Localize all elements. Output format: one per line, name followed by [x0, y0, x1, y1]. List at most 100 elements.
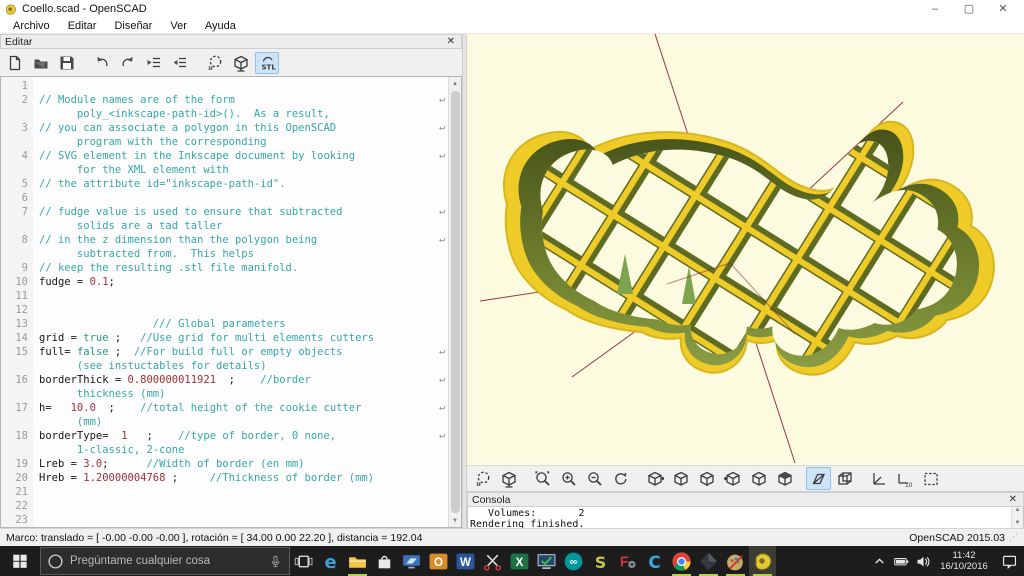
search-placeholder: Pregúntame cualquier cosa	[70, 555, 262, 567]
editor-panel-header: Editar ✕	[0, 34, 462, 49]
console-close-icon[interactable]: ✕	[1007, 494, 1019, 505]
line-number: 7	[1, 205, 28, 219]
status-bar: Marco: translado = [ -0.00 -0.00 -0.00 ]…	[0, 528, 1024, 546]
maximize-button[interactable]: ▢	[952, 1, 986, 17]
taskbar-task-view-button[interactable]	[290, 546, 317, 576]
view-front-button[interactable]	[746, 467, 771, 490]
zoom-all-icon	[534, 470, 552, 488]
taskbar-inkscape-button[interactable]	[695, 546, 722, 576]
taskbar-freecad-button[interactable]: F	[614, 546, 641, 576]
scroll-down-icon[interactable]: ▼	[449, 514, 461, 527]
new-file-button[interactable]	[3, 52, 27, 74]
console-scrollbar[interactable]: ▲ ▼	[1011, 507, 1023, 530]
taskbar-pc-display-button[interactable]	[533, 546, 560, 576]
show-scale-markers-button[interactable]: 10	[892, 467, 917, 490]
viewport-toolbar-separator	[798, 468, 805, 490]
zoom-out-button[interactable]	[582, 467, 607, 490]
menu-diseñar[interactable]: Diseñar	[105, 20, 161, 32]
render-button[interactable]	[229, 52, 253, 74]
line-number: 15	[1, 345, 28, 359]
line-number: 9	[1, 261, 28, 275]
indent-button[interactable]	[168, 52, 192, 74]
taskbar-cura-button[interactable]: C	[641, 546, 668, 576]
viewport-toolbar-separator	[634, 468, 641, 490]
minimize-button[interactable]: –	[918, 1, 952, 17]
editor-scrollbar[interactable]: ▲ ▼	[448, 77, 461, 527]
view-perspective-button[interactable]	[806, 467, 831, 490]
view-orthographic-button[interactable]	[832, 467, 857, 490]
editor-close-icon[interactable]: ✕	[445, 36, 457, 47]
code-line: // the attribute id="inkscape-path-id".	[39, 177, 448, 191]
taskbar-openscad-button[interactable]	[749, 546, 776, 576]
view-right-icon	[646, 470, 664, 488]
zoom-in-button[interactable]	[556, 467, 581, 490]
open-file-button[interactable]	[29, 52, 53, 74]
render-button[interactable]	[496, 467, 521, 490]
code-line	[39, 513, 448, 527]
taskbar-clock[interactable]: 11:42 16/10/2016	[934, 550, 994, 572]
zoom-all-button[interactable]	[530, 467, 555, 490]
taskbar-snipping-tool-button[interactable]	[479, 546, 506, 576]
view-left-button[interactable]	[720, 467, 745, 490]
3d-viewport[interactable]	[467, 34, 1024, 465]
code-editor[interactable]: 1234567891011121314151617181920212223 //…	[0, 76, 462, 528]
taskbar-krita-button[interactable]	[722, 546, 749, 576]
code-text[interactable]: // Module names are of the form↵ poly_<i…	[33, 77, 448, 527]
scroll-up-icon[interactable]: ▲	[449, 77, 461, 90]
preview-button[interactable]: »	[203, 52, 227, 74]
console-title: Consola	[472, 494, 1007, 506]
taskbar-edge-button[interactable]: e	[317, 546, 344, 576]
taskbar-store-button[interactable]	[371, 546, 398, 576]
show-axes-button[interactable]	[866, 467, 891, 490]
open-file-icon	[32, 54, 50, 72]
view-bottom-button[interactable]	[694, 467, 719, 490]
tray-expand-button[interactable]	[868, 546, 890, 576]
menu-ver[interactable]: Ver	[161, 20, 196, 32]
scrollbar-thumb[interactable]	[451, 91, 460, 513]
code-line	[39, 485, 448, 499]
unindent-icon	[145, 54, 163, 72]
export-stl-button[interactable]: STL	[255, 52, 279, 74]
unindent-button[interactable]	[142, 52, 166, 74]
inkscape-icon	[698, 551, 719, 572]
start-button[interactable]	[0, 546, 40, 576]
resize-grip[interactable]: ⋰	[1009, 532, 1018, 543]
action-center-icon	[1001, 553, 1018, 570]
taskbar-arduino-button[interactable]: ∞	[560, 546, 587, 576]
reset-view-button[interactable]	[608, 467, 633, 490]
undo-button[interactable]	[90, 52, 114, 74]
taskbar-chrome-button[interactable]	[668, 546, 695, 576]
close-button[interactable]: ✕	[986, 1, 1020, 17]
cortana-circle-icon	[47, 553, 64, 570]
view-back-button[interactable]	[772, 467, 797, 490]
taskbar-file-explorer-button[interactable]	[344, 546, 371, 576]
taskbar-word-button[interactable]: W	[452, 546, 479, 576]
taskbar-sketchup-button[interactable]: S	[587, 546, 614, 576]
taskbar-outlook-button[interactable]: O	[425, 546, 452, 576]
viewport-toolbar-separator	[858, 468, 865, 490]
line-number: 21	[1, 485, 28, 499]
view-all-button[interactable]	[918, 467, 943, 490]
cortana-search-input[interactable]: Pregúntame cualquier cosa	[40, 547, 290, 575]
preview-button[interactable]: »	[470, 467, 495, 490]
taskbar-remote-desktop-button[interactable]	[398, 546, 425, 576]
line-number: 8	[1, 233, 28, 247]
menu-editar[interactable]: Editar	[59, 20, 106, 32]
arduino-icon: ∞	[563, 551, 584, 572]
redo-button[interactable]	[116, 52, 140, 74]
view-top-button[interactable]	[668, 467, 693, 490]
menu-ayuda[interactable]: Ayuda	[196, 20, 245, 32]
volume-button[interactable]	[912, 546, 934, 576]
edge-icon: e	[320, 551, 341, 572]
battery-icon	[893, 553, 910, 570]
show-scale-markers-icon: 10	[896, 470, 914, 488]
battery-button[interactable]	[890, 546, 912, 576]
view-right-button[interactable]	[642, 467, 667, 490]
menu-archivo[interactable]: Archivo	[4, 20, 59, 32]
microphone-icon[interactable]	[268, 554, 283, 569]
save-file-button[interactable]	[55, 52, 79, 74]
console-scroll-up-icon[interactable]: ▲	[1015, 507, 1021, 517]
taskbar-excel-button[interactable]: X	[506, 546, 533, 576]
code-line	[39, 79, 448, 93]
action-center-button[interactable]	[994, 546, 1024, 576]
